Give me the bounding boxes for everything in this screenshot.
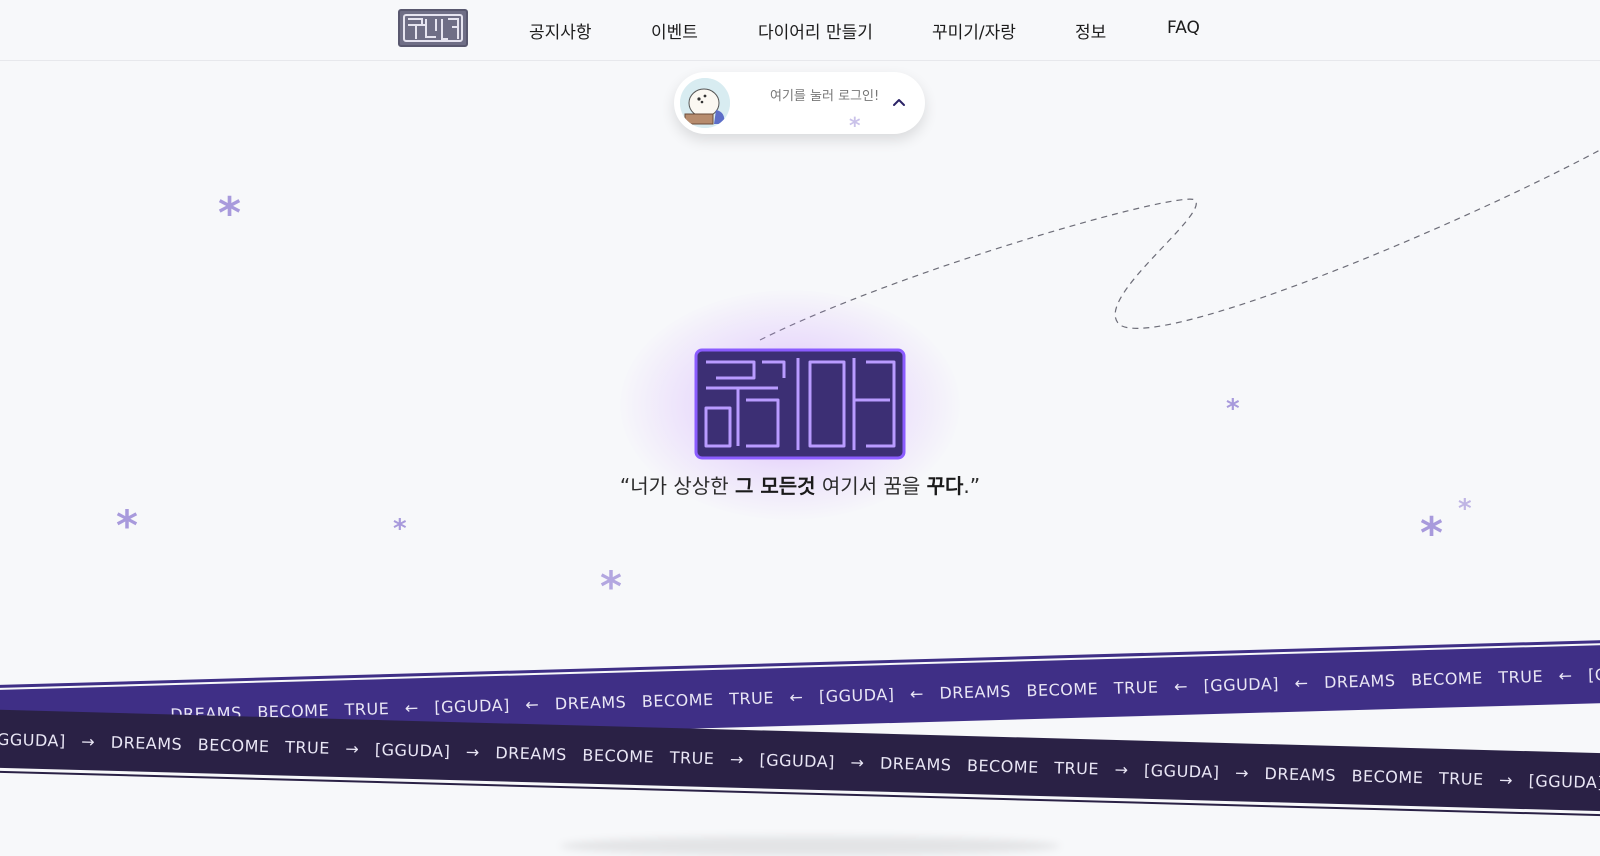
tagline-text: 여기서 꿈을 [815,474,927,498]
login-button[interactable]: 여기를 눌러 로그인! [674,72,925,134]
sparkle-icon: * [116,501,138,550]
logo-icon [403,14,463,42]
hero-tagline: “너가 상상한 그 모든것 여기서 꿈을 꾸다.” [0,470,1600,499]
nav-item-info[interactable]: 정보 [1075,18,1106,43]
sparkle-icon: * [1226,394,1240,424]
nav-item-faq[interactable]: FAQ [1167,18,1200,38]
login-prompt: 여기를 눌러 로그인! [770,89,880,104]
nav-item-diary[interactable]: 다이어리 만들기 [758,18,873,43]
nav-item-decorate[interactable]: 꾸미기/자랑 [932,18,1016,43]
hero-logo [694,348,906,460]
sparkle-icon: * [1458,494,1472,524]
sparkle-icon: * [849,114,861,139]
avatar [680,78,730,128]
tagline-bold: 꾸다 [926,474,964,498]
site-logo[interactable] [398,9,468,47]
tagline-end: .” [963,474,981,498]
tagline-quote: “ [619,474,631,498]
tagline-bold: 그 모든것 [734,474,816,498]
sparkle-icon: * [393,514,407,544]
chevron-up-icon[interactable] [890,94,908,112]
tagline-text: 너가 상상한 [630,474,735,498]
ribbon-bottom-text: [GGUDA] → DREAMS BECOME TRUE → [GGUDA] →… [0,729,1600,807]
nav-item-notice[interactable]: 공지사항 [529,18,592,43]
sparkle-icon: * [600,562,622,611]
top-navigation: 공지사항 이벤트 다이어리 만들기 꾸미기/자랑 정보 FAQ [0,0,1600,61]
mascot-icon [680,78,730,128]
nav-item-event[interactable]: 이벤트 [651,18,698,43]
sparkle-icon: * [218,188,242,239]
bottom-shadow [560,836,1060,856]
sparkle-icon: * [1420,508,1444,559]
